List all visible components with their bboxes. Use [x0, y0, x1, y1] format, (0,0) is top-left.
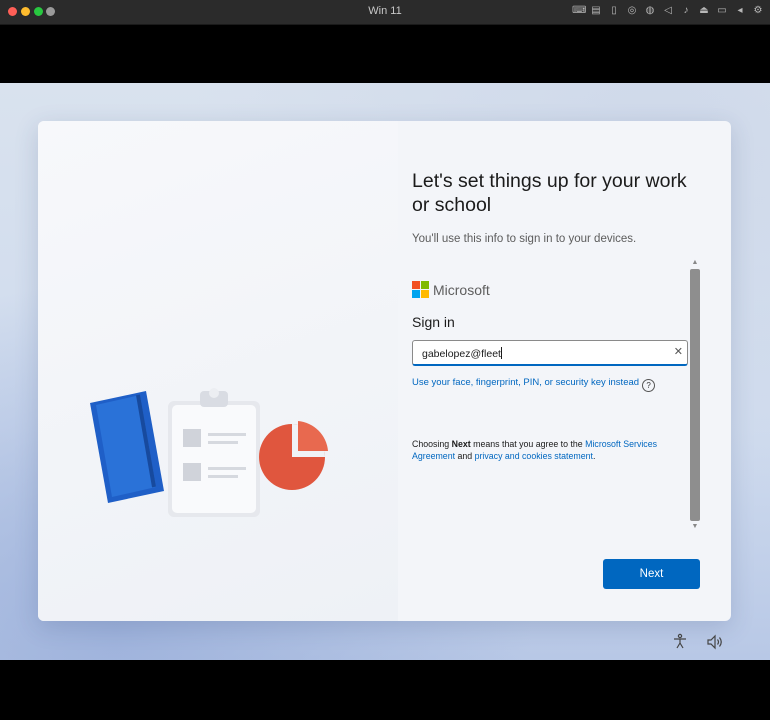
signin-panel: Microsoft Sign in gabelopez@fleet ✕ Use … [410, 259, 696, 531]
keyboard-icon[interactable]: ⌨ [572, 5, 586, 17]
work-school-illustration [90, 388, 328, 517]
microsoft-logo-icon [412, 281, 429, 298]
microphone-icon[interactable]: ♪ [680, 5, 692, 17]
scroll-down-arrow-icon[interactable]: ▼ [690, 523, 700, 531]
brand-name: Microsoft [433, 282, 490, 298]
help-icon[interactable]: ? [642, 379, 656, 392]
usb-icon[interactable]: ▯ [608, 5, 620, 17]
share-icon[interactable]: ◂ [734, 5, 746, 17]
disk-icon[interactable]: ▤ [590, 5, 602, 17]
terms-text: Choosing Next means that you agree to th… [412, 439, 657, 461]
notebook-icon [90, 391, 164, 503]
drive-icon[interactable]: ⏏ [698, 5, 710, 17]
alternate-signin-link[interactable]: Use your face, fingerprint, PIN, or secu… [412, 377, 656, 392]
speaker-icon[interactable]: ◁ [662, 5, 674, 17]
page-subtitle: You'll use this info to sign in to your … [412, 233, 637, 245]
oobe-card: Let's set things up for your work or sch… [38, 121, 731, 621]
page-title: Let's set things up for your work or sch… [412, 170, 687, 216]
globe-icon[interactable]: ◍ [644, 5, 656, 17]
accessibility-icon[interactable] [672, 633, 688, 649]
illustration-panel [38, 121, 398, 621]
pie-chart-icon [259, 421, 328, 490]
privacy-statement-link[interactable]: privacy and cookies statement [475, 451, 593, 461]
scroll-up-arrow-icon[interactable]: ▲ [690, 259, 700, 267]
next-button[interactable]: Next [603, 559, 700, 589]
volume-icon[interactable] [706, 634, 724, 650]
vm-titlebar: Win 11 ⌨ ▤ ▯ ◎ ◍ ◁ ♪ ⏏ ▭ ◂ ⚙ [0, 0, 770, 25]
text-caret [500, 347, 502, 359]
vm-screen: Let's set things up for your work or sch… [0, 83, 770, 660]
alternate-signin-text[interactable]: Use your face, fingerprint, PIN, or secu… [412, 377, 639, 388]
vm-toolbar: ⌨ ▤ ▯ ◎ ◍ ◁ ♪ ⏏ ▭ ◂ ⚙ [572, 5, 764, 17]
network-icon[interactable]: ◎ [626, 5, 638, 17]
signin-heading: Sign in [412, 314, 455, 330]
scrollbar[interactable]: ▲ ▼ [689, 259, 701, 531]
scrollbar-thumb[interactable] [690, 269, 700, 521]
clear-icon[interactable]: ✕ [674, 345, 683, 358]
camera-icon[interactable]: ▭ [716, 5, 728, 17]
email-value[interactable]: gabelopez@fleet [422, 347, 502, 360]
email-field[interactable]: gabelopez@fleet ✕ [412, 340, 688, 366]
clipboard-icon [168, 388, 260, 517]
settings-gear-icon[interactable]: ⚙ [752, 5, 764, 17]
